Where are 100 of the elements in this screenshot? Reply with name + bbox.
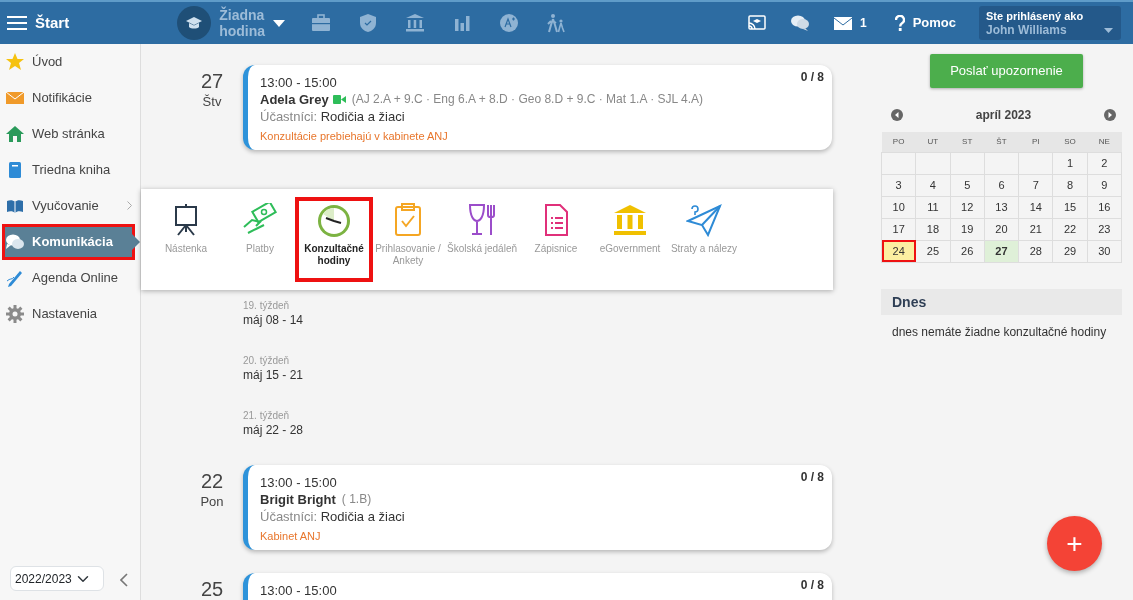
collapse-icon[interactable] (120, 573, 128, 587)
graduation-cap-icon (186, 17, 203, 29)
calendar-day[interactable]: 29 (1052, 240, 1088, 262)
calendar-day[interactable]: 24 (881, 240, 916, 262)
caret-icon[interactable] (273, 19, 286, 27)
calendar-day[interactable]: 8 (1052, 174, 1088, 196)
clock-icon (316, 203, 352, 237)
calendar-day[interactable]: 14 (1018, 196, 1053, 218)
envelope-icon[interactable] (833, 16, 852, 30)
bank-icon (612, 203, 648, 237)
calendar-day[interactable]: 9 (1087, 174, 1122, 196)
calendar-day[interactable]: 12 (950, 196, 985, 218)
location-note: Kabinet ANJ (260, 529, 322, 544)
weekday-header: NE (1087, 132, 1122, 152)
calendar-day[interactable]: 19 (950, 218, 985, 240)
weekday-header: PI (1018, 132, 1053, 152)
event-time: 13:00 - 15:00 (260, 582, 337, 599)
app-title: Štart (35, 12, 70, 33)
calendar-day[interactable]: 20 (984, 218, 1019, 240)
teacher-name: Adela Grey (260, 91, 329, 108)
cast-icon[interactable] (747, 15, 766, 31)
day-number: 22 (199, 470, 225, 492)
add-button[interactable]: + (1047, 516, 1102, 571)
calendar-day[interactable]: 16 (1087, 196, 1122, 218)
calendar-day[interactable]: 10 (881, 196, 916, 218)
weekday-header: SO (1052, 132, 1088, 152)
event-time: 13:00 - 15:00 (260, 74, 337, 91)
calendar-day[interactable]: 23 (1087, 218, 1122, 240)
pen-icon (6, 269, 24, 287)
weekday-header: ŠT (984, 132, 1019, 152)
bank-icon[interactable] (405, 13, 426, 33)
calendar-day[interactable]: 5 (950, 174, 985, 196)
next-icon[interactable] (1104, 109, 1116, 121)
sidebar-item[interactable]: Vyučovanie (0, 188, 140, 224)
empty-message: dnes nemáte žiadne konzultačné hodiny (891, 323, 1108, 341)
event-time: 13:00 - 15:00 (260, 474, 337, 491)
help-button[interactable]: Pomoc (894, 13, 956, 33)
user-menu[interactable]: Ste prihlásený ako John Williams (979, 6, 1121, 40)
day-number: 27 (199, 70, 225, 92)
sidebar-item[interactable]: Nastavenia (0, 296, 140, 332)
help-icon (894, 15, 905, 31)
calendar-day[interactable]: 7 (1018, 174, 1053, 196)
calendar-day[interactable]: 13 (984, 196, 1019, 218)
year-select[interactable]: 2022/2023 (10, 566, 104, 591)
sidebar-item[interactable]: Notifikácie (0, 80, 140, 116)
calendar-day[interactable]: 28 (1018, 240, 1053, 262)
previous-icon[interactable] (891, 109, 903, 121)
money-hand-icon (242, 203, 278, 237)
week-number: 19. týždeň (243, 300, 291, 311)
menu-tile[interactable]: Konzultačné hodiny (297, 199, 371, 280)
open-book-icon (6, 197, 24, 215)
week-range: máj 22 - 28 (243, 422, 305, 439)
chat-icon[interactable] (789, 14, 810, 32)
bar-chart-icon[interactable] (452, 13, 473, 33)
envelope-icon (6, 89, 24, 107)
capacity-count: 0 / 8 (800, 469, 824, 486)
house-icon (6, 125, 24, 143)
calendar-day[interactable]: 18 (915, 218, 951, 240)
weekday: Pon (199, 493, 225, 511)
week-range: máj 15 - 21 (243, 367, 305, 384)
grade-icon[interactable] (499, 13, 520, 33)
day-number: 25 (199, 578, 225, 600)
calendar-day[interactable]: 30 (1087, 240, 1122, 262)
calendar-day[interactable]: 4 (915, 174, 951, 196)
teacher-name: Brigit Bright (260, 491, 336, 508)
calendar-day[interactable]: 26 (950, 240, 985, 262)
participants-text: Účastníci: Rodičia a žiaci (260, 108, 406, 125)
calendar-day[interactable]: 21 (1018, 218, 1053, 240)
mail-count: 1 (859, 15, 867, 32)
participants-text: Účastníci: Rodičia a žiaci (260, 508, 406, 525)
menu-icon[interactable] (7, 15, 27, 31)
calendar-day[interactable]: 25 (915, 240, 951, 262)
section-header: Dnes (881, 288, 1122, 315)
calendar-day[interactable]: 1 (1052, 152, 1088, 174)
calendar-day[interactable]: 22 (1052, 218, 1088, 240)
calendar-day[interactable]: 11 (915, 196, 951, 218)
capacity-count: 0 / 8 (800, 69, 824, 86)
calendar-day[interactable]: 15 (1052, 196, 1088, 218)
capacity-count: 0 / 8 (800, 577, 824, 594)
week-number: 21. týždeň (243, 410, 291, 421)
event-card[interactable]: 13:00 - 15:00 0 / 8 Adela Grey (AJ 2.A + 9.C · Eng 6.A + 8.D · Geo 8.D + 9.C · Mat 1.A · SJL 4.A) Účastníci: Rodičia a žiaci Konzultácie prebiehajú v kabinete ANJ (243, 65, 832, 150)
shield-icon[interactable] (358, 13, 379, 33)
calendar-day[interactable]: 6 (984, 174, 1019, 196)
calendar-day[interactable]: 3 (881, 174, 916, 196)
sidebar-item[interactable]: Komunikácia (2, 224, 135, 260)
event-card[interactable]: 13:00 - 15:00 0 / 8 Brigit Bright ( 1.B) Účastníci: Rodičia a žiaci Kabinet ANJ (243, 465, 832, 550)
briefcase-icon[interactable] (311, 13, 332, 33)
calendar-day[interactable]: 2 (1087, 152, 1122, 174)
sidebar-item[interactable]: Triedna kniha (0, 152, 140, 188)
weekday-header: ST (950, 132, 985, 152)
event-card[interactable]: 13:00 - 15:00 0 / 8 (243, 573, 832, 600)
week-number: 20. týždeň (243, 355, 291, 366)
caret-icon (1104, 28, 1113, 33)
location-note: Konzultácie prebiehajú v kabinete ANJ (260, 129, 449, 144)
avatar-circle[interactable] (177, 6, 212, 40)
walking-people-icon[interactable] (546, 13, 567, 33)
sidebar-item[interactable]: Web stránka (0, 116, 140, 152)
weekday-header: UT (915, 132, 951, 152)
sidebar-item[interactable]: Agenda Online (0, 260, 140, 296)
sidebar-item[interactable]: Úvod (0, 44, 140, 80)
